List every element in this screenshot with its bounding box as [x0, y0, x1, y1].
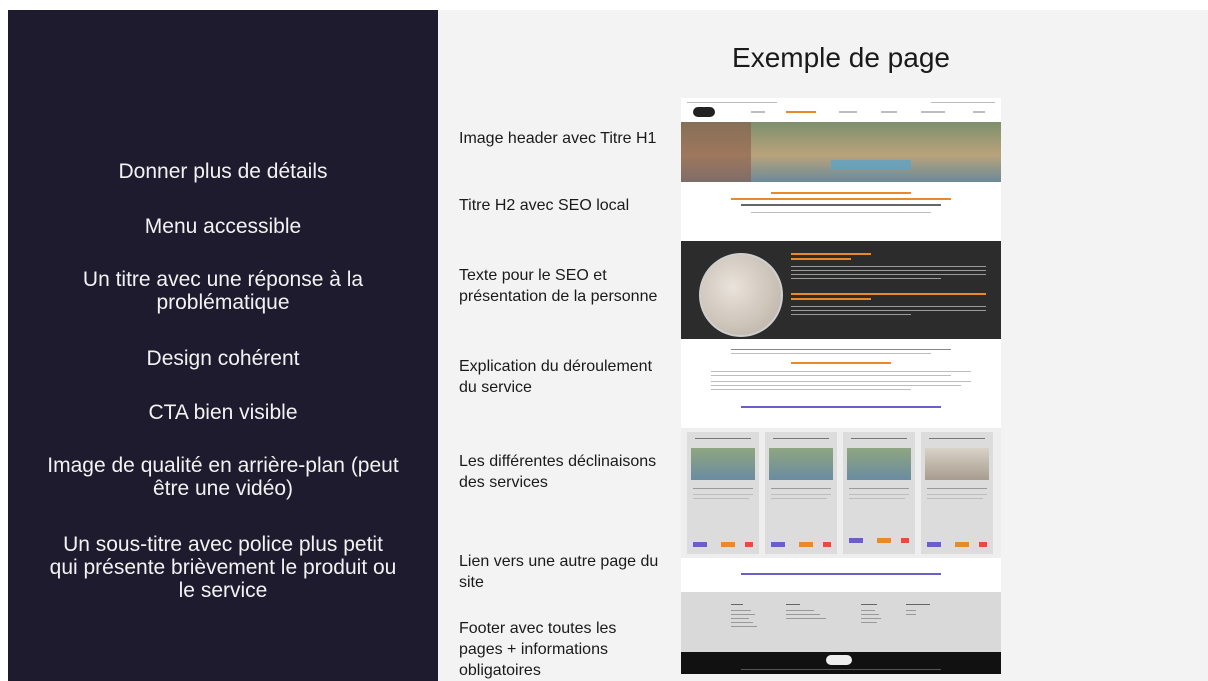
service-card [687, 432, 759, 554]
bullet-subtitle: Un sous-titre avec police plus petit qui… [49, 533, 397, 602]
mock-services-cards [681, 428, 1001, 558]
mock-footer-bottom [681, 652, 1001, 674]
mock-internal-link [681, 568, 1001, 580]
mock-logo-icon [693, 107, 715, 117]
bullet-cta: CTA bien visible [148, 401, 298, 424]
bullet-menu: Menu accessible [144, 215, 302, 238]
mock-hero-image [681, 122, 1001, 182]
service-card [843, 432, 915, 554]
bullet-details: Donner plus de détails [118, 160, 328, 183]
mock-navbar [681, 98, 1001, 123]
left-panel: Donner plus de détails Menu accessible U… [8, 10, 438, 681]
page-title: Exemple de page [732, 42, 950, 73]
website-mockup [681, 98, 1001, 674]
mock-seo-section [681, 241, 1001, 339]
mock-process-section [681, 343, 1001, 423]
service-card [921, 432, 993, 554]
bullet-image: Image de qualité en arrière-plan (peut ê… [47, 454, 399, 500]
label-link: Lien vers une autre page du site [459, 553, 659, 591]
label-seo: Texte pour le SEO et présentation de la … [459, 267, 658, 305]
mock-h2-section [681, 184, 1001, 232]
label-footer: Footer avec toutes les pages + informati… [459, 620, 617, 679]
mock-footer [681, 592, 1001, 652]
bullet-title: Un titre avec une réponse à la problémat… [82, 268, 364, 314]
label-service: Explication du déroulement du service [459, 358, 653, 396]
footer-logo-icon [826, 655, 852, 665]
portrait-image [699, 253, 783, 337]
label-header: Image header avec Titre H1 [459, 130, 657, 147]
right-panel: Exemple de page Image header avec Titre … [438, 10, 1208, 681]
label-h2: Titre H2 avec SEO local [459, 197, 630, 214]
service-card [765, 432, 837, 554]
label-declinaisons: Les différentes déclinaisons des service… [459, 453, 657, 491]
bullet-design: Design cohérent [146, 347, 300, 370]
